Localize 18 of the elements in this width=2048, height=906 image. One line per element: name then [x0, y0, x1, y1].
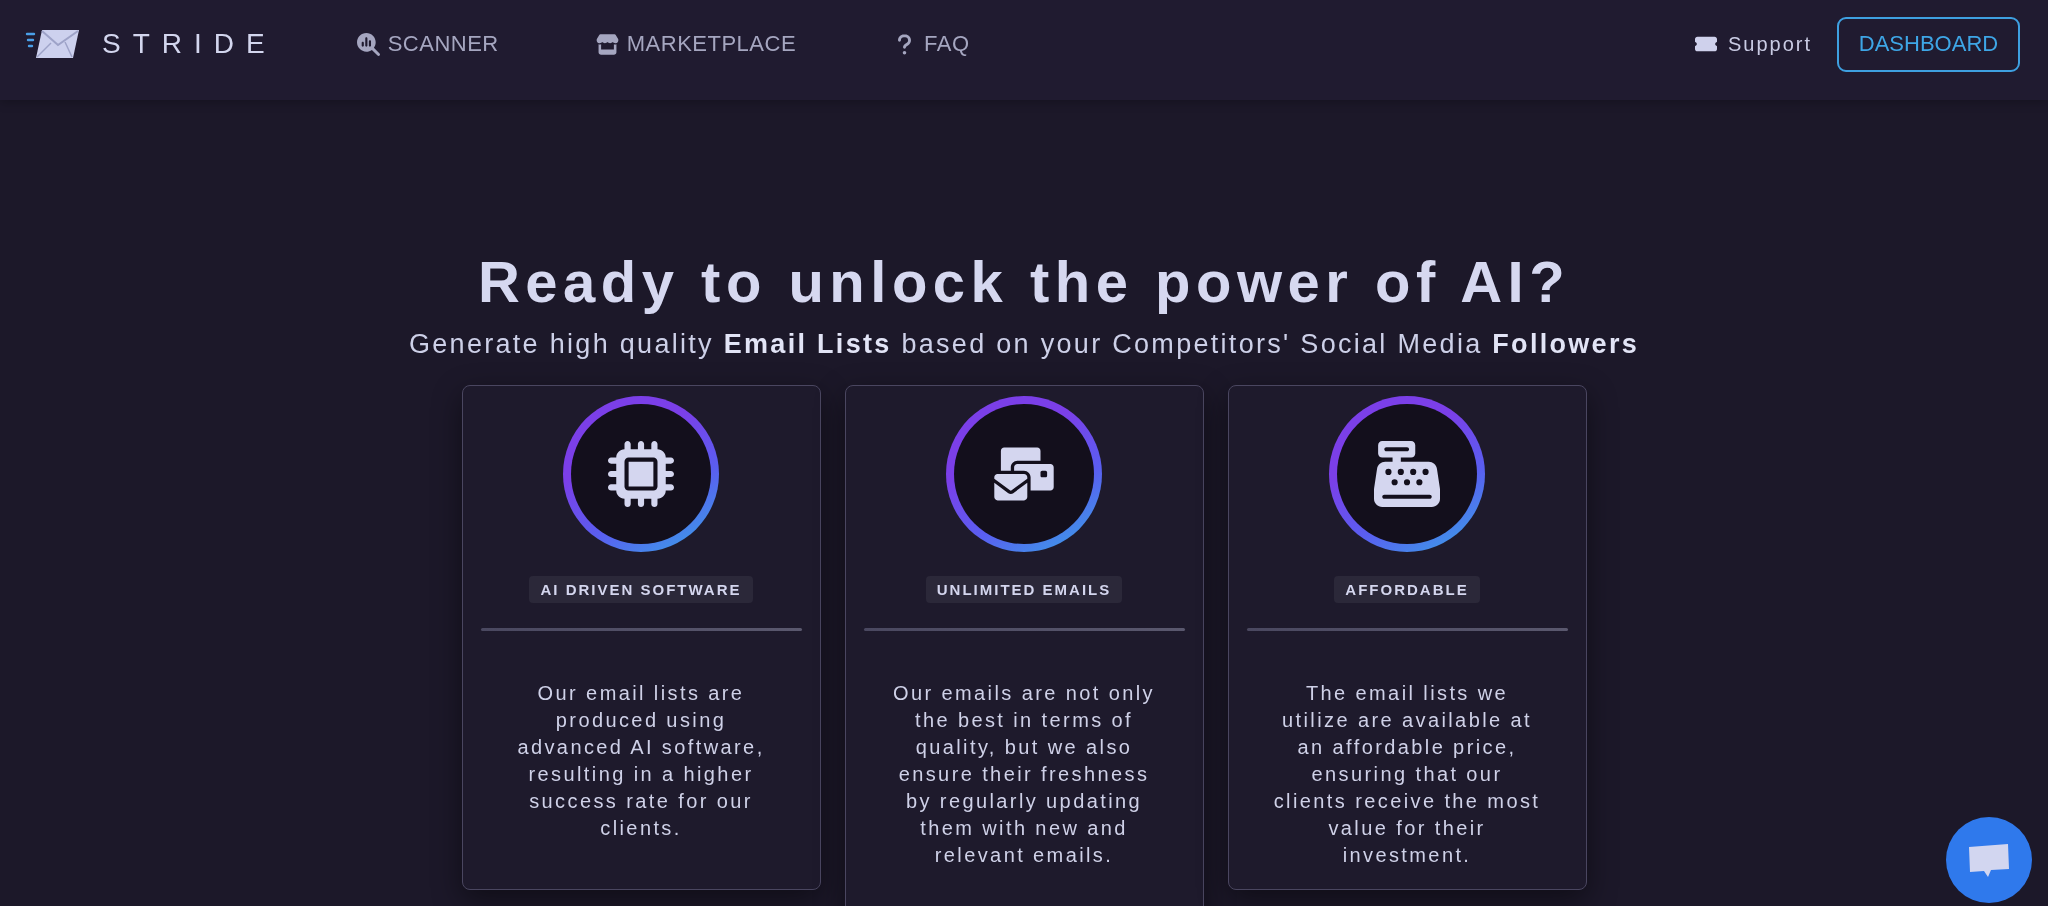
store-icon — [595, 32, 619, 56]
envelope-logo-icon — [25, 29, 80, 59]
feature-description: Our email lists are produced using advanced AI software, resulting in a higher success rate for our clients. — [516, 681, 766, 841]
feature-tag: AFFORDABLE — [1334, 576, 1480, 603]
feature-description: Our emails are not only the best in terms of quality, but we also ensure their freshness by regularly updating them with new and relevant emails. — [892, 681, 1156, 868]
speech-bubble-icon — [1968, 842, 2010, 878]
feature-tag: UNLIMITED EMAILS — [925, 576, 1123, 603]
hero-title: Ready to unlock the power of AI? — [477, 248, 1571, 316]
nav-link[interactable]: FAQ — [893, 31, 970, 57]
feature-tag: AI DRIVEN SOFTWARE — [529, 576, 753, 603]
hero-subtitle: Generate high quality Email Lists based on your Competitors' Social Media Followers — [408, 328, 1640, 360]
brand-name: STRIDE — [102, 28, 277, 60]
dashboard-button[interactable]: DASHBOARD — [1837, 16, 2020, 72]
nav-link[interactable]: SCANNER — [356, 31, 499, 57]
feature-description: The email lists we utilize are available at an affordable price, ensuring that our clients receive the most value for their investment. — [1272, 681, 1542, 868]
magnifier-chart-icon — [356, 32, 380, 56]
support-link[interactable]: Support — [1694, 32, 1812, 56]
nav-link[interactable]: MARKETPLACE — [595, 31, 797, 57]
